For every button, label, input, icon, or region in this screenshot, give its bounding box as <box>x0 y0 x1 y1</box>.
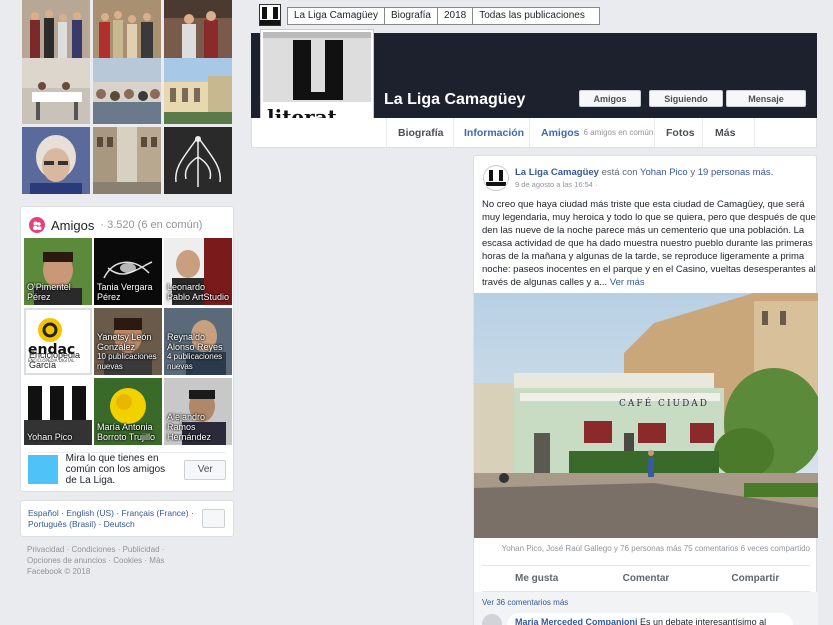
post-author-avatar[interactable] <box>483 165 509 191</box>
friend-name[interactable]: Alejandro Ramos Hernández <box>167 412 230 442</box>
post-timestamp[interactable]: 9 de agosto a las 16:54 · <box>515 180 598 189</box>
message-button[interactable]: Mensaje <box>726 90 806 107</box>
photo-thumbnail[interactable] <box>22 127 90 194</box>
languages-card: Español · English (US) · Français (Franc… <box>20 500 234 537</box>
breadcrumb-all-posts[interactable]: Todas las publicaciones <box>473 8 599 24</box>
friend-tile[interactable]: O'Pimentel Pérez <box>24 238 92 305</box>
breadcrumb-year[interactable]: 2018 <box>438 8 474 24</box>
photo-thumbnail[interactable] <box>22 0 90 67</box>
friend-tile[interactable]: Tania Vergara Pérez <box>94 238 162 305</box>
breadcrumb: La Liga Camagüey Biografía 2018 Todas la… <box>287 7 600 25</box>
photo-thumbnail[interactable] <box>164 0 232 67</box>
post-author[interactable]: La Liga Camagüey <box>515 167 599 178</box>
post-actions: Me gusta Comentar Compartir <box>482 565 810 592</box>
language-links-line1[interactable]: Español · English (US) · Français (Franc… <box>28 508 203 519</box>
friend-tile[interactable]: Alejandro Ramos Hernández <box>164 378 232 445</box>
comment-author[interactable]: Maria Merceded Companioni <box>515 617 638 625</box>
photo-thumbnail[interactable] <box>164 58 232 124</box>
cafe-sign-text: CAFÉ CIUDAD <box>619 397 709 409</box>
post-with-text: está con <box>601 167 638 178</box>
comments-section: Ver 36 comentarios más Maria Merceded Co… <box>474 592 818 625</box>
commenter-avatar[interactable] <box>482 614 502 625</box>
post-photo[interactable]: CAFÉ CIUDAD <box>474 293 818 538</box>
page-nav: Biografía Información Amigos 6 amigos en … <box>251 118 817 148</box>
friend-name[interactable]: Enciclopedia García <box>29 350 88 370</box>
friend-new-posts: 4 publicaciones nuevas <box>167 352 223 371</box>
tab-timeline[interactable]: Biografía <box>398 118 444 147</box>
friend-name[interactable]: Yohan Pico <box>27 432 90 442</box>
friend-name[interactable]: O'Pimentel Pérez <box>27 282 90 302</box>
footer-line2[interactable]: Opciones de anuncios · Cookies · Más <box>27 555 227 566</box>
share-button[interactable]: Compartir <box>701 566 810 591</box>
see-more-link[interactable]: Ver más <box>610 277 645 288</box>
friend-name-text[interactable]: Reynaldo Alonso Reyes <box>167 332 223 352</box>
friends-card: Amigos · 3.520 (6 en común) O'Pimentel P… <box>20 206 234 492</box>
friends-icon <box>29 217 45 233</box>
friend-new-posts: 10 publicaciones nuevas <box>97 352 157 371</box>
mutual-friends-text: Mira lo que tienes en común con los amig… <box>65 453 166 486</box>
friends-header: Amigos · 3.520 (6 en común) <box>29 216 202 234</box>
language-links-line2[interactable]: Português (Brasil) · Deutsch <box>28 519 203 530</box>
comment-button[interactable]: Comentar <box>591 566 700 591</box>
language-list: Español · English (US) · Français (Franc… <box>28 508 203 530</box>
photo-thumbnail[interactable] <box>93 0 161 67</box>
friend-name[interactable]: María Antonia Borroto Trujillo <box>97 422 160 442</box>
photo-thumbnail[interactable] <box>93 127 161 194</box>
photos-grid <box>20 0 234 196</box>
tab-about[interactable]: Información <box>464 118 524 147</box>
mutual-friends-icon <box>28 455 58 484</box>
friends-button[interactable]: Amigos <box>579 90 641 107</box>
photo-thumbnail[interactable] <box>22 58 90 124</box>
post-tagged-others[interactable]: 19 personas más. <box>698 167 774 178</box>
breadcrumb-page[interactable]: La Liga Camagüey <box>288 8 385 24</box>
friend-tile[interactable]: endac ENCICLOPEDIA DIGITAL Enciclopedia G… <box>24 308 92 375</box>
tab-photos[interactable]: Fotos <box>666 118 695 147</box>
friend-name[interactable]: Leonardo Pablo ArtStudio <box>167 282 230 302</box>
footer-line1[interactable]: Privacidad · Condiciones · Publicidad · <box>27 544 227 555</box>
friend-tile[interactable]: Reynaldo Alonso Reyes 4 publicaciones nue… <box>164 308 232 375</box>
friend-tile[interactable]: Yanetsy León González 10 publicaciones nu… <box>94 308 162 375</box>
friend-name[interactable]: Reynaldo Alonso Reyes 4 publicaciones nue… <box>167 332 230 372</box>
post-header: La Liga Camagüey está con Yohan Pico y 1… <box>515 167 811 178</box>
comment-text: Es un debate interesantísimo al <box>640 617 767 625</box>
page-title[interactable]: La Liga Camagüey <box>384 91 525 109</box>
friend-tile[interactable]: Leonardo Pablo ArtStudio <box>164 238 232 305</box>
tab-more[interactable]: Más <box>715 118 735 147</box>
post-tagged-person[interactable]: Yohan Pico <box>640 167 688 178</box>
add-language-button[interactable] <box>202 509 225 528</box>
friend-tile[interactable]: María Antonia Borroto Trujillo <box>94 378 162 445</box>
post-stats[interactable]: Yohan Pico, José Raúl Gallego y 76 perso… <box>474 544 810 553</box>
footer-copyright: Facebook © 2018 <box>27 567 91 576</box>
friend-name[interactable]: Yanetsy León González 10 publicaciones nu… <box>97 332 160 372</box>
tab-friends-label[interactable]: Amigos <box>541 127 580 139</box>
post-card: La Liga Camagüey está con Yohan Pico y 1… <box>473 155 818 625</box>
friend-name[interactable]: Tania Vergara Pérez <box>97 282 160 302</box>
mutual-friends-prompt: Mira lo que tienes en común con los amig… <box>28 452 226 486</box>
photo-thumbnail[interactable] <box>164 127 232 194</box>
friends-count: · 3.520 (6 en común) <box>100 219 203 231</box>
post-body: No creo que haya ciudad más triste que e… <box>482 198 816 289</box>
view-mutual-button[interactable]: Ver <box>184 459 226 480</box>
like-button[interactable]: Me gusta <box>482 566 591 591</box>
footer-links: Privacidad · Condiciones · Publicidad · … <box>27 544 227 577</box>
following-button[interactable]: Siguiendo <box>649 90 723 107</box>
post-and-text: y <box>690 167 696 178</box>
tab-friends-mutual: 6 amigos en común <box>583 128 654 137</box>
breadcrumb-timeline[interactable]: Biografía <box>385 8 438 24</box>
friend-tile[interactable]: Yohan Pico <box>24 378 92 445</box>
friends-title[interactable]: Amigos <box>51 218 94 233</box>
breadcrumb-page-icon[interactable] <box>259 4 281 26</box>
comment-bubble: Maria Merceded Companioni Es un debate i… <box>507 613 793 625</box>
tab-friends[interactable]: Amigos 6 amigos en común <box>541 118 653 147</box>
view-more-comments-link[interactable]: Ver 36 comentarios más <box>482 598 568 607</box>
post-body-text: No creo que haya ciudad más triste que e… <box>482 199 816 288</box>
photo-thumbnail[interactable] <box>93 58 161 124</box>
friend-name-text[interactable]: Yanetsy León González <box>97 332 151 352</box>
